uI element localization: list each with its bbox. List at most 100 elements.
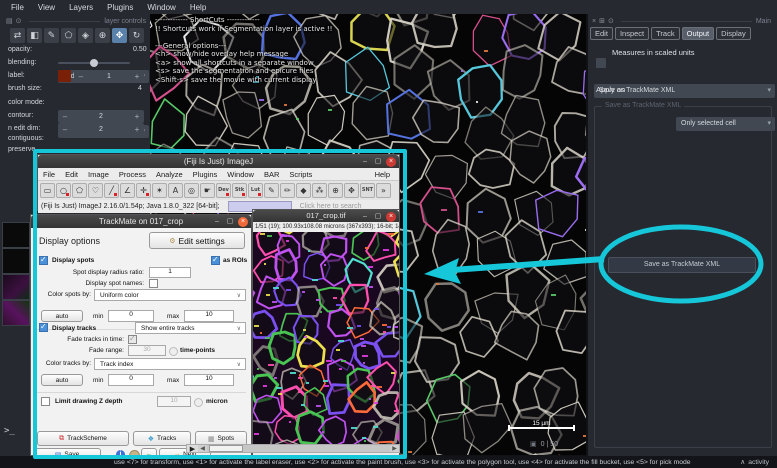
color-spots-dropdown[interactable]: Uniform color [94, 289, 246, 301]
close-panel-icon[interactable]: × [592, 18, 596, 25]
play-icon[interactable]: ▶ [187, 445, 198, 453]
snt-tool[interactable]: SNT [360, 183, 375, 198]
imagej-menu-item[interactable]: Image [83, 170, 114, 179]
save-trackmate-xml-button[interactable]: Save as TrackMate XML [608, 257, 756, 273]
shuffle-colors-tool[interactable]: ⇄ [10, 28, 25, 43]
imagej-menu-item[interactable]: Plugins [188, 170, 223, 179]
line-tool[interactable]: ╱ [104, 183, 119, 198]
layer-thumbnail[interactable] [2, 274, 30, 300]
imagej-menu-item[interactable]: Scripts [284, 170, 317, 179]
trackscheme-button[interactable]: ⧉ TrackScheme [37, 431, 129, 446]
oval-tool[interactable]: ○ [56, 183, 71, 198]
maximize-icon[interactable] [373, 157, 383, 167]
spots-auto-button[interactable]: auto [41, 310, 83, 322]
label-stepper[interactable]: – 1 + [74, 70, 144, 83]
console-button[interactable]: >_ [4, 426, 15, 436]
label-decrement[interactable]: – [74, 70, 88, 83]
fill-bucket-tool[interactable]: ◈ [78, 28, 93, 43]
point-tool[interactable]: ✛ [136, 183, 151, 198]
imagej-titlebar[interactable]: (Fiji Is Just) ImageJ [38, 155, 399, 168]
freehand-tool[interactable]: ♡ [88, 183, 103, 198]
tracks-max-input[interactable]: 10 [184, 374, 234, 386]
layer-thumbnail[interactable] [2, 248, 30, 274]
scroll-right-icon[interactable]: ▶ [390, 445, 399, 452]
paintbrush-tool[interactable]: ✎ [44, 28, 59, 43]
dev-menu-tool[interactable]: Dev [216, 183, 231, 198]
fade-range-spinner[interactable] [169, 347, 178, 356]
menu-item[interactable]: Layers [62, 3, 100, 12]
dims-slider-icon[interactable]: ▣ [530, 440, 537, 448]
float-panel-icon[interactable]: ▤ [6, 17, 13, 25]
display-spots-checkbox[interactable] [39, 256, 48, 265]
tab-track[interactable]: Track [651, 27, 679, 40]
info-icon[interactable]: i [116, 450, 125, 456]
z-depth-checkbox[interactable] [41, 397, 50, 406]
spots-min-input[interactable]: 0 [108, 310, 154, 322]
text-tool[interactable]: A [168, 183, 183, 198]
close-icon[interactable] [238, 217, 248, 227]
imagej-menu-item[interactable]: Process [114, 170, 151, 179]
maximize-icon[interactable] [225, 217, 235, 227]
activity-caret-icon[interactable]: ∧ [740, 458, 745, 466]
flood-fill-tool[interactable]: ◆ [296, 183, 311, 198]
transform-tool[interactable]: ↻ [129, 28, 144, 43]
close-icon[interactable] [386, 157, 396, 167]
wrench-icon[interactable] [129, 450, 140, 456]
layer-thumbnail[interactable] [2, 300, 30, 326]
imagej-menu-item[interactable]: Analyze [151, 170, 188, 179]
more-tools[interactable]: » [376, 183, 391, 198]
scroll-left-icon[interactable]: ◀ [198, 445, 207, 452]
as-rois-checkbox[interactable] [211, 256, 220, 265]
tab-inspect[interactable]: Inspect [615, 27, 649, 40]
back-button[interactable]: ← [141, 448, 157, 456]
imagej-menu-item[interactable]: File [38, 170, 60, 179]
imagej-menu-item[interactable]: Edit [60, 170, 83, 179]
label-color-swatch[interactable] [58, 70, 71, 82]
tab-output[interactable]: Output [682, 27, 715, 40]
label-increment[interactable]: + [130, 70, 144, 83]
minimize-icon[interactable] [360, 212, 370, 222]
pan-zoom-tool[interactable]: ✥ [112, 28, 127, 43]
layer-thumbnail[interactable] [2, 222, 30, 248]
contour-decrement[interactable]: – [58, 110, 72, 123]
close-icon[interactable] [386, 212, 396, 222]
crop-window-titlebar[interactable]: 017_crop.tif [253, 210, 399, 222]
search-tool[interactable]: ⊕ [328, 183, 343, 198]
crop-image[interactable] [253, 232, 399, 445]
stack-slider-track[interactable] [207, 445, 390, 452]
spray-tool[interactable]: ⁂ [312, 183, 327, 198]
edit-settings-button[interactable]: ⚙ Edit settings [149, 232, 245, 249]
pencil-tool[interactable]: ✎ [264, 183, 279, 198]
eraser-tool[interactable]: ◧ [27, 28, 42, 43]
panel-gear-icon[interactable]: ⊙ [16, 17, 22, 25]
color-tracks-dropdown[interactable]: Track index [94, 358, 246, 370]
imagej-menu-item[interactable]: Window [222, 170, 259, 179]
menu-item[interactable]: Window [140, 3, 182, 12]
opacity-slider[interactable] [58, 62, 130, 64]
menu-item[interactable]: View [31, 3, 62, 12]
panel-gear-icon[interactable]: ⊙ [608, 17, 614, 25]
spot-names-checkbox[interactable] [149, 279, 158, 288]
menu-item[interactable]: Help [183, 3, 213, 12]
maximize-icon[interactable] [373, 212, 383, 222]
tracks-auto-button[interactable]: auto [41, 374, 83, 386]
trackmate-titlebar[interactable]: TrackMate on 017_crop [31, 215, 251, 228]
contour-stepper[interactable]: – 2 + [58, 110, 144, 123]
stack-slider[interactable]: ▶ ◀ ▶ [186, 444, 400, 453]
fade-range-input[interactable]: 30 [128, 345, 166, 356]
fade-tracks-checkbox[interactable] [128, 335, 137, 344]
move-tool[interactable]: ✥ [344, 183, 359, 198]
radius-ratio-input[interactable]: 1 [149, 267, 191, 278]
display-tracks-checkbox[interactable] [39, 323, 48, 332]
tracks-min-input[interactable]: 0 [108, 374, 154, 386]
float-panel-icon[interactable]: ⊞ [599, 17, 605, 25]
menu-item[interactable]: Plugins [100, 3, 140, 12]
scaled-units-checkbox[interactable] [596, 58, 606, 68]
tracks-button[interactable]: ❖ Tracks [133, 431, 191, 446]
angle-tool[interactable]: ∠ [120, 183, 135, 198]
polygon-tool[interactable]: ⬠ [72, 183, 87, 198]
paintbrush-tool[interactable]: ✏ [280, 183, 295, 198]
imagej-menu-item[interactable]: Help [370, 170, 395, 179]
n-edit-dim-increment[interactable]: + [130, 123, 144, 136]
contour-increment[interactable]: + [130, 110, 144, 123]
